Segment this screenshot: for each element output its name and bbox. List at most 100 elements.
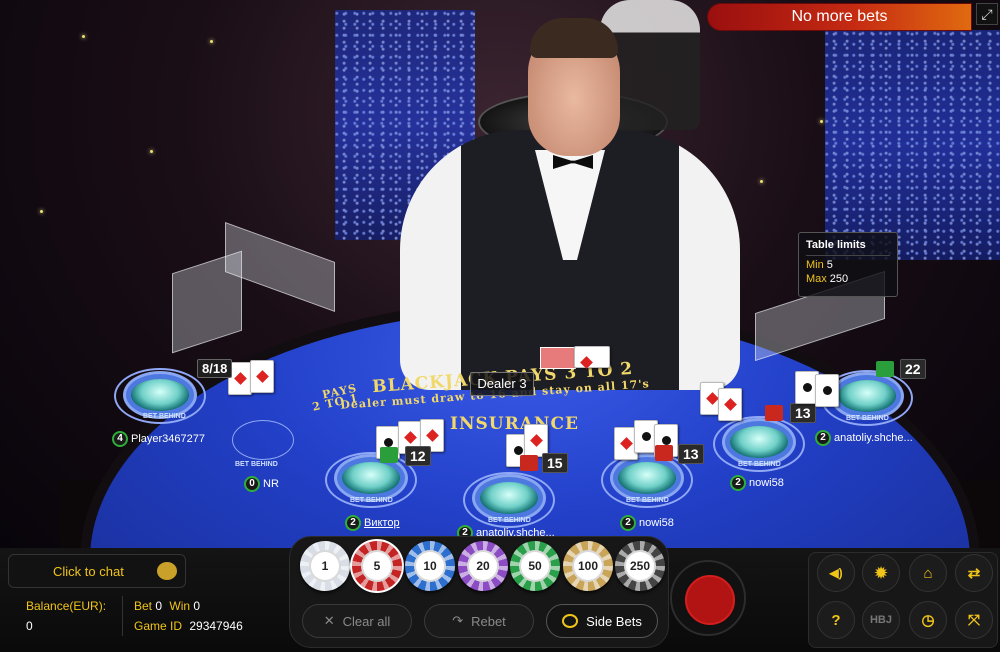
player-card — [250, 360, 274, 393]
shoe-card-count: 8/18 — [197, 359, 233, 378]
laurel-badge-icon: 2 — [815, 430, 831, 446]
balance-block: Balance(EUR): 0 — [26, 599, 106, 633]
win-label: Win — [169, 599, 191, 613]
chat-bubble-icon — [157, 562, 177, 580]
chip-value: 250 — [624, 550, 656, 582]
min-limit-value: 5 — [826, 259, 833, 271]
betting-spot-seat-2[interactable] — [232, 420, 294, 460]
switch-table-icon[interactable]: ⇄ — [955, 554, 993, 592]
chat-button-label: Click to chat — [53, 563, 124, 579]
bet-win-block: Bet 0 Win 0 Game ID 29347946 — [134, 599, 243, 633]
history-icon[interactable]: ◷ — [909, 601, 947, 639]
sound-icon[interactable]: ◀) — [817, 554, 855, 592]
betting-spot-seat-7[interactable] — [838, 380, 896, 412]
chip-1[interactable]: 1 — [300, 541, 350, 591]
chip-value: 100 — [572, 550, 604, 582]
star-decoration — [210, 40, 213, 43]
win-value: 0 — [193, 599, 201, 613]
chip-5[interactable]: 5 — [352, 541, 402, 591]
stand-action-icon — [765, 405, 783, 421]
bet-behind-label: BET BEHIND — [626, 497, 669, 504]
dealer-card-up — [574, 346, 610, 368]
max-limit-value: 250 — [829, 273, 849, 285]
bet-behind-label: BET BEHIND — [488, 517, 531, 524]
betting-spot-seat-5[interactable] — [618, 462, 676, 494]
hand-score: 12 — [405, 446, 431, 466]
chip-value: 5 — [361, 550, 393, 582]
laurel-badge-icon: 4 — [112, 431, 128, 447]
bet-value: 0 — [155, 599, 163, 613]
hbj-button[interactable]: HBJ — [862, 601, 900, 639]
betting-spot-seat-3[interactable] — [342, 462, 400, 494]
player-card — [718, 388, 742, 421]
felt-insurance-text: INSURANCE — [450, 414, 579, 434]
player-name-label: anatoliy.shche... — [834, 432, 913, 444]
stand-action-icon — [520, 455, 538, 471]
home-icon[interactable]: ⌂ — [909, 554, 947, 592]
chip-20[interactable]: 20 — [458, 541, 508, 591]
player-name-seat-6: 2 nowi58 — [730, 475, 784, 491]
player-name-seat-1: 4 Player3467277 — [112, 431, 205, 447]
player-card — [815, 374, 839, 407]
rebet-arrow-icon: ↷ — [452, 613, 464, 628]
betting-spot-seat-1[interactable] — [131, 379, 189, 411]
hand-score: 13 — [790, 403, 816, 423]
player-name-label: NR — [263, 478, 279, 490]
player-name-seat-3: 2 Виктор — [345, 515, 400, 531]
table-limits-panel[interactable]: Table limits Min 5 Max 250 — [798, 232, 898, 297]
chip-value: 10 — [414, 550, 446, 582]
star-decoration — [150, 150, 153, 153]
hand-score: 15 — [542, 453, 568, 473]
star-decoration — [40, 210, 43, 213]
live-video-stream: BLACKJACK PAYS 3 TO 2 Dealer must draw t… — [0, 0, 1000, 560]
gear-icon[interactable]: ✹ — [862, 554, 900, 592]
dealer-hair — [530, 18, 618, 58]
max-limit-label: Max — [806, 273, 827, 285]
player-name-label: Player3467277 — [131, 433, 206, 445]
chip-value: 50 — [519, 550, 551, 582]
player-name-label: nowi58 — [749, 477, 784, 489]
bet-label: Bet — [134, 599, 153, 613]
balance-label: Balance(EUR): — [26, 599, 107, 613]
round-status-banner: No more bets — [707, 3, 972, 31]
dealer-card-down — [540, 347, 576, 369]
chat-button[interactable]: Click to chat — [8, 554, 186, 588]
clear-all-button[interactable]: ✕ Clear all — [302, 604, 412, 638]
chip-100[interactable]: 100 — [563, 541, 613, 591]
fullscreen-icon[interactable]: ⤢ — [976, 3, 998, 25]
stand-action-icon — [655, 445, 673, 461]
player-name-seat-5: 2 nowi58 — [620, 515, 674, 531]
betting-spot-seat-4[interactable] — [480, 482, 538, 514]
star-decoration — [820, 120, 823, 123]
side-bets-button[interactable]: Side Bets — [546, 604, 658, 638]
help-button[interactable]: ? — [817, 601, 855, 639]
table-limits-title: Table limits — [806, 239, 866, 251]
chip-250[interactable]: 250 — [615, 541, 665, 591]
balance-value: 0 — [26, 619, 33, 633]
chip-value: 1 — [309, 550, 341, 582]
laurel-badge-icon: 2 — [620, 515, 636, 531]
min-limit-label: Min — [806, 259, 824, 271]
game-id-value: 29347946 — [189, 619, 243, 633]
chip-10[interactable]: 10 — [405, 541, 455, 591]
laurel-badge-icon: 2 — [730, 475, 746, 491]
star-decoration — [760, 180, 763, 183]
bet-behind-label: BET BEHIND — [350, 497, 393, 504]
bet-behind-label: BET BEHIND — [846, 415, 889, 422]
deal-button[interactable] — [670, 560, 746, 636]
player-name-seat-7: 2 anatoliy.shche... — [815, 430, 913, 446]
rebet-label: Rebet — [471, 613, 506, 629]
betting-spot-seat-6[interactable] — [730, 426, 788, 458]
game-id-label: Game ID — [134, 619, 183, 633]
dealer-name-tag: Dealer 3 — [470, 372, 534, 396]
hit-action-icon — [380, 447, 398, 463]
clear-all-label: Clear all — [342, 613, 391, 629]
bet-behind-label: BET BEHIND — [143, 413, 186, 420]
laurel-badge-icon: 2 — [345, 515, 361, 531]
bet-behind-label: BET BEHIND — [738, 461, 781, 468]
chip-50[interactable]: 50 — [510, 541, 560, 591]
hand-score: 13 — [678, 444, 704, 464]
rebet-button[interactable]: ↷ Rebet — [424, 604, 534, 638]
close-icon: ✕ — [323, 613, 335, 628]
expand-icon[interactable]: ⤧ — [955, 601, 993, 639]
